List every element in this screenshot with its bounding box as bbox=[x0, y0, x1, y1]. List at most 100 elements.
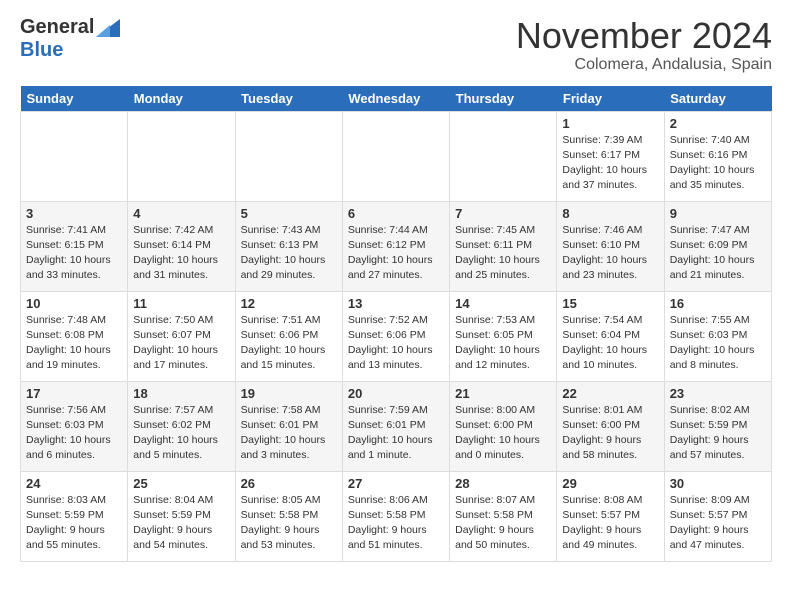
calendar-cell: 19Sunrise: 7:58 AMSunset: 6:01 PMDayligh… bbox=[235, 381, 342, 471]
calendar-cell: 24Sunrise: 8:03 AMSunset: 5:59 PMDayligh… bbox=[21, 471, 128, 561]
day-number: 8 bbox=[562, 206, 658, 221]
day-number: 29 bbox=[562, 476, 658, 491]
calendar-cell: 26 Sunrise: 8:05 AMSunset: 5:58 PMDayligh… bbox=[235, 471, 342, 561]
day-info: Sunrise: 7:58 AMSunset: 6:01 PMDaylight:… bbox=[241, 403, 337, 464]
day-info: Sunrise: 7:50 AMSunset: 6:07 PMDaylight:… bbox=[133, 313, 229, 374]
day-info: Sunrise: 7:54 AMSunset: 6:04 PMDaylight:… bbox=[562, 313, 658, 374]
calendar-cell: 11 Sunrise: 7:50 AMSunset: 6:07 PMDayligh… bbox=[128, 291, 235, 381]
day-number: 22 bbox=[562, 386, 658, 401]
calendar-cell: 7 Sunrise: 7:45 AMSunset: 6:11 PMDaylight… bbox=[450, 201, 557, 291]
calendar-week-row: 24Sunrise: 8:03 AMSunset: 5:59 PMDayligh… bbox=[21, 471, 772, 561]
calendar-cell: 13Sunrise: 7:52 AMSunset: 6:06 PMDayligh… bbox=[342, 291, 449, 381]
day-info: Sunrise: 8:01 AMSunset: 6:00 PMDaylight:… bbox=[562, 403, 658, 464]
calendar-cell bbox=[450, 111, 557, 201]
day-number: 14 bbox=[455, 296, 551, 311]
calendar-cell: 14Sunrise: 7:53 AMSunset: 6:05 PMDayligh… bbox=[450, 291, 557, 381]
day-info: Sunrise: 7:56 AMSunset: 6:03 PMDaylight:… bbox=[26, 403, 122, 464]
day-number: 26 bbox=[241, 476, 337, 491]
calendar-cell: 4Sunrise: 7:42 AMSunset: 6:14 PMDaylight… bbox=[128, 201, 235, 291]
day-number: 4 bbox=[133, 206, 229, 221]
calendar-cell: 18 Sunrise: 7:57 AMSunset: 6:02 PMDayligh… bbox=[128, 381, 235, 471]
day-number: 10 bbox=[26, 296, 122, 311]
day-info: Sunrise: 7:43 AMSunset: 6:13 PMDaylight:… bbox=[241, 223, 337, 284]
calendar-header: SundayMondayTuesdayWednesdayThursdayFrid… bbox=[21, 86, 772, 112]
day-info: Sunrise: 8:00 AMSunset: 6:00 PMDaylight:… bbox=[455, 403, 551, 464]
calendar-body: 1 Sunrise: 7:39 AMSunset: 6:17 PMDaylight… bbox=[21, 111, 772, 561]
header: General Blue November 2024 Colomera, And… bbox=[20, 16, 772, 74]
day-number: 24 bbox=[26, 476, 122, 491]
calendar-cell: 23 Sunrise: 8:02 AMSunset: 5:59 PMDayligh… bbox=[664, 381, 771, 471]
day-number: 6 bbox=[348, 206, 444, 221]
calendar-cell: 15 Sunrise: 7:54 AMSunset: 6:04 PMDayligh… bbox=[557, 291, 664, 381]
day-number: 15 bbox=[562, 296, 658, 311]
calendar-cell: 5 Sunrise: 7:43 AMSunset: 6:13 PMDaylight… bbox=[235, 201, 342, 291]
calendar-week-row: 17 Sunrise: 7:56 AMSunset: 6:03 PMDayligh… bbox=[21, 381, 772, 471]
day-number: 23 bbox=[670, 386, 766, 401]
calendar-cell: 29 Sunrise: 8:08 AMSunset: 5:57 PMDayligh… bbox=[557, 471, 664, 561]
weekday-header: Thursday bbox=[450, 86, 557, 112]
day-number: 20 bbox=[348, 386, 444, 401]
calendar-cell bbox=[21, 111, 128, 201]
day-number: 9 bbox=[670, 206, 766, 221]
day-info: Sunrise: 8:05 AMSunset: 5:58 PMDaylight:… bbox=[241, 493, 337, 554]
calendar-cell: 16 Sunrise: 7:55 AMSunset: 6:03 PMDayligh… bbox=[664, 291, 771, 381]
day-info: Sunrise: 7:45 AMSunset: 6:11 PMDaylight:… bbox=[455, 223, 551, 284]
day-number: 17 bbox=[26, 386, 122, 401]
day-info: Sunrise: 7:46 AMSunset: 6:10 PMDaylight:… bbox=[562, 223, 658, 284]
day-info: Sunrise: 7:40 AMSunset: 6:16 PMDaylight:… bbox=[670, 133, 766, 194]
day-number: 5 bbox=[241, 206, 337, 221]
day-info: Sunrise: 7:59 AMSunset: 6:01 PMDaylight:… bbox=[348, 403, 444, 464]
day-number: 3 bbox=[26, 206, 122, 221]
day-info: Sunrise: 8:09 AMSunset: 5:57 PMDaylight:… bbox=[670, 493, 766, 554]
day-info: Sunrise: 8:08 AMSunset: 5:57 PMDaylight:… bbox=[562, 493, 658, 554]
day-info: Sunrise: 7:39 AMSunset: 6:17 PMDaylight:… bbox=[562, 133, 658, 194]
calendar-cell: 2Sunrise: 7:40 AMSunset: 6:16 PMDaylight… bbox=[664, 111, 771, 201]
day-number: 11 bbox=[133, 296, 229, 311]
day-info: Sunrise: 7:41 AMSunset: 6:15 PMDaylight:… bbox=[26, 223, 122, 284]
page: General Blue November 2024 Colomera, And… bbox=[0, 0, 792, 578]
day-info: Sunrise: 8:06 AMSunset: 5:58 PMDaylight:… bbox=[348, 493, 444, 554]
calendar-week-row: 3 Sunrise: 7:41 AMSunset: 6:15 PMDaylight… bbox=[21, 201, 772, 291]
day-number: 12 bbox=[241, 296, 337, 311]
day-number: 21 bbox=[455, 386, 551, 401]
day-number: 16 bbox=[670, 296, 766, 311]
weekday-header: Sunday bbox=[21, 86, 128, 112]
calendar-cell: 28Sunrise: 8:07 AMSunset: 5:58 PMDayligh… bbox=[450, 471, 557, 561]
calendar-cell: 12 Sunrise: 7:51 AMSunset: 6:06 PMDayligh… bbox=[235, 291, 342, 381]
calendar-cell: 21 Sunrise: 8:00 AMSunset: 6:00 PMDayligh… bbox=[450, 381, 557, 471]
weekday-header: Saturday bbox=[664, 86, 771, 112]
day-number: 7 bbox=[455, 206, 551, 221]
calendar-cell: 10Sunrise: 7:48 AMSunset: 6:08 PMDayligh… bbox=[21, 291, 128, 381]
day-info: Sunrise: 7:57 AMSunset: 6:02 PMDaylight:… bbox=[133, 403, 229, 464]
day-info: Sunrise: 7:51 AMSunset: 6:06 PMDaylight:… bbox=[241, 313, 337, 374]
day-number: 1 bbox=[562, 116, 658, 131]
calendar-week-row: 10Sunrise: 7:48 AMSunset: 6:08 PMDayligh… bbox=[21, 291, 772, 381]
day-number: 18 bbox=[133, 386, 229, 401]
calendar-cell: 30 Sunrise: 8:09 AMSunset: 5:57 PMDayligh… bbox=[664, 471, 771, 561]
weekday-header: Friday bbox=[557, 86, 664, 112]
day-info: Sunrise: 8:02 AMSunset: 5:59 PMDaylight:… bbox=[670, 403, 766, 464]
day-number: 30 bbox=[670, 476, 766, 491]
logo-general-text: General bbox=[20, 16, 94, 39]
calendar-cell: 6 Sunrise: 7:44 AMSunset: 6:12 PMDaylight… bbox=[342, 201, 449, 291]
day-number: 27 bbox=[348, 476, 444, 491]
header-row: SundayMondayTuesdayWednesdayThursdayFrid… bbox=[21, 86, 772, 112]
calendar-cell: 20 Sunrise: 7:59 AMSunset: 6:01 PMDayligh… bbox=[342, 381, 449, 471]
calendar-cell: 17 Sunrise: 7:56 AMSunset: 6:03 PMDayligh… bbox=[21, 381, 128, 471]
logo-blue-text: Blue bbox=[20, 39, 63, 62]
logo: General Blue bbox=[20, 16, 120, 62]
calendar-cell: 9 Sunrise: 7:47 AMSunset: 6:09 PMDaylight… bbox=[664, 201, 771, 291]
location: Colomera, Andalusia, Spain bbox=[516, 56, 772, 74]
weekday-header: Monday bbox=[128, 86, 235, 112]
day-info: Sunrise: 7:55 AMSunset: 6:03 PMDaylight:… bbox=[670, 313, 766, 374]
calendar-week-row: 1 Sunrise: 7:39 AMSunset: 6:17 PMDaylight… bbox=[21, 111, 772, 201]
day-info: Sunrise: 8:07 AMSunset: 5:58 PMDaylight:… bbox=[455, 493, 551, 554]
day-info: Sunrise: 7:44 AMSunset: 6:12 PMDaylight:… bbox=[348, 223, 444, 284]
weekday-header: Wednesday bbox=[342, 86, 449, 112]
day-info: Sunrise: 7:52 AMSunset: 6:06 PMDaylight:… bbox=[348, 313, 444, 374]
calendar-table: SundayMondayTuesdayWednesdayThursdayFrid… bbox=[20, 86, 772, 562]
weekday-header: Tuesday bbox=[235, 86, 342, 112]
calendar-cell bbox=[128, 111, 235, 201]
day-info: Sunrise: 7:47 AMSunset: 6:09 PMDaylight:… bbox=[670, 223, 766, 284]
month-title: November 2024 bbox=[516, 16, 772, 56]
